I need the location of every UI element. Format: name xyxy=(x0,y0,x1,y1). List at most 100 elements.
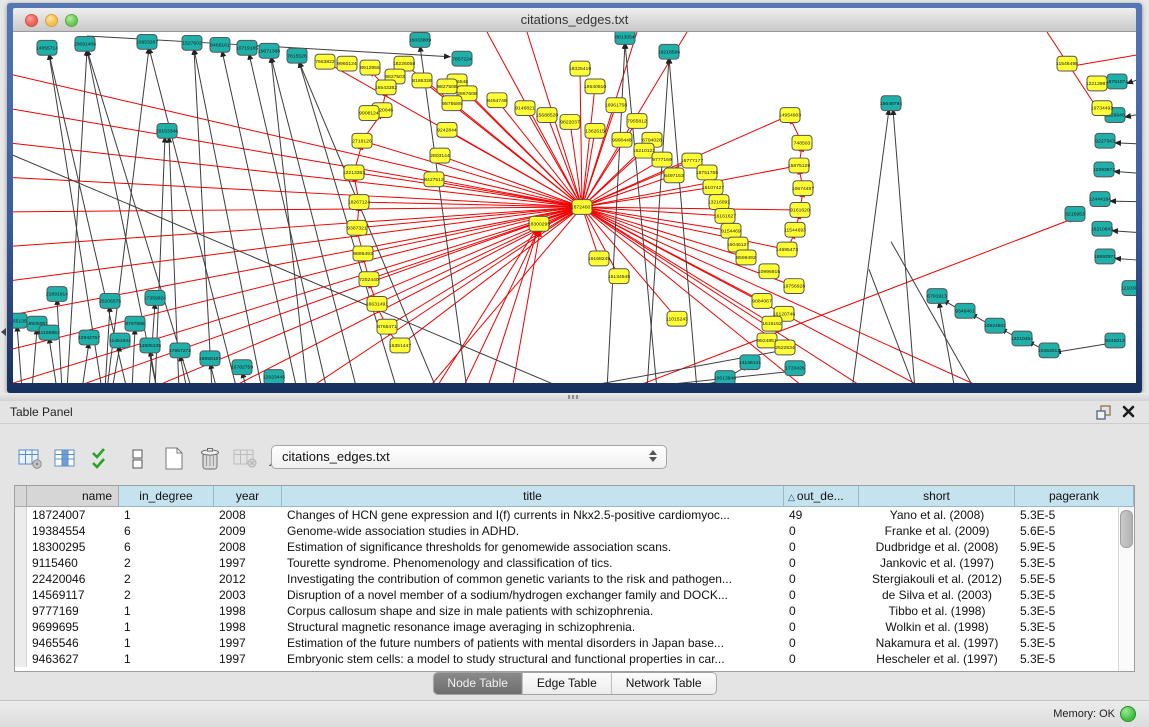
table-cell[interactable]: 1 xyxy=(119,635,214,651)
network-view[interactable]: 1405571420691406106532871527602846616110… xyxy=(13,32,1136,383)
graph-node[interactable]: 10924502 xyxy=(984,318,1006,333)
graph-node[interactable]: 8427512 xyxy=(424,172,444,187)
graph-node[interactable]: 8454749 xyxy=(487,93,507,108)
network-window-titlebar[interactable]: citations_edges.txt xyxy=(13,8,1136,32)
graph-node[interactable]: 9875685 xyxy=(442,96,462,111)
table-cell[interactable]: 5.3E-5 xyxy=(1015,635,1134,651)
memory-indicator[interactable] xyxy=(1120,706,1136,722)
graph-node[interactable]: 9245012 xyxy=(1105,333,1125,348)
graph-node[interactable]: 8599492 xyxy=(736,250,756,265)
graph-edge[interactable] xyxy=(13,207,582,281)
graph-node[interactable]: 10996915 xyxy=(758,264,780,279)
graph-node[interactable]: 12210454 xyxy=(1011,331,1033,346)
graph-edge[interactable] xyxy=(194,49,212,383)
graph-node[interactable]: 12923446 xyxy=(263,370,285,383)
table-row[interactable]: 977716911998Corpus callosum shape and si… xyxy=(15,603,1134,619)
graph-node[interactable]: 12213363 xyxy=(343,165,365,180)
graph-node[interactable]: 18640910 xyxy=(584,79,606,94)
graph-node[interactable]: 16210643 xyxy=(1091,221,1113,236)
graph-node[interactable]: 13216092 xyxy=(708,195,730,210)
graph-edge[interactable] xyxy=(582,165,799,207)
table-cell[interactable]: Hescheler et al. (1997) xyxy=(859,651,1015,667)
table-row[interactable]: 1830029562008Estimation of significance … xyxy=(15,539,1134,555)
table-cell[interactable]: Estimation of the future numbers of pati… xyxy=(282,635,784,651)
graph-node[interactable]: 9242844 xyxy=(437,122,457,137)
graph-node[interactable]: 19734493 xyxy=(1091,101,1113,116)
graph-node[interactable]: 6497153 xyxy=(664,168,684,183)
graph-edge[interactable] xyxy=(1069,52,1136,67)
graph-node[interactable]: 16033809 xyxy=(409,32,431,47)
graph-node[interactable]: 9797588 xyxy=(125,316,145,331)
table-cell[interactable]: 1 xyxy=(119,619,214,635)
graph-node[interactable]: 15992971 xyxy=(1094,249,1116,264)
tab-network-table[interactable]: Network Table xyxy=(612,673,716,694)
table-cell[interactable]: 9465546 xyxy=(27,635,119,651)
graph-edge[interactable] xyxy=(32,329,37,383)
table-row[interactable]: 946362711997Embryonic stem cells: a mode… xyxy=(15,651,1134,667)
graph-node[interactable]: 12093872 xyxy=(1093,162,1115,177)
graph-node[interactable]: 7955812 xyxy=(627,114,647,129)
graph-edge[interactable] xyxy=(57,299,62,383)
graph-node[interactable]: 16161627 xyxy=(714,208,736,223)
graph-node[interactable]: 9908124 xyxy=(359,106,379,121)
graph-node[interactable]: 9524851 xyxy=(757,333,777,348)
graph-node[interactable]: 10719185 xyxy=(236,40,258,55)
table-cell[interactable]: Estimation of significance thresholds fo… xyxy=(282,539,784,555)
column-header-title[interactable]: title xyxy=(282,486,784,507)
column-header-year[interactable]: year xyxy=(214,486,282,507)
table-row[interactable]: 946554611997Estimation of the future num… xyxy=(15,635,1134,651)
graph-node[interactable]: 9346461 xyxy=(955,303,975,318)
graph-edge[interactable] xyxy=(49,338,57,383)
table-cell[interactable]: 0 xyxy=(784,571,859,587)
graph-node[interactable]: 12444194 xyxy=(1089,192,1111,207)
close-panel-icon[interactable] xyxy=(1122,405,1135,423)
graph-node[interactable]: 8186328 xyxy=(412,73,432,88)
delete-table-button[interactable] xyxy=(194,444,226,474)
table-cell[interactable]: 0 xyxy=(784,619,859,635)
graph-node[interactable]: 9146821 xyxy=(515,101,535,116)
table-cell[interactable]: 18724007 xyxy=(27,507,119,523)
graph-node[interactable]: 14055714 xyxy=(36,40,58,55)
graph-node[interactable]: 8466161 xyxy=(210,37,230,52)
graph-node[interactable]: 15134545 xyxy=(608,269,630,284)
table-cell[interactable]: Embryonic stem cells: a model to study s… xyxy=(282,651,784,667)
graph-node[interactable]: 8912955 xyxy=(360,60,380,75)
table-cell[interactable]: Corpus callosum shape and size in male p… xyxy=(282,603,784,619)
graph-node[interactable]: 9777169 xyxy=(652,152,672,167)
graph-edge[interactable] xyxy=(17,326,22,383)
graph-node[interactable]: 7815526 xyxy=(287,48,307,63)
graph-edge[interactable] xyxy=(400,207,582,345)
graph-edge[interactable] xyxy=(1114,171,1136,174)
graph-node[interactable]: 10453013 xyxy=(1038,343,1060,358)
graph-edge[interactable] xyxy=(377,207,582,304)
graph-node[interactable]: 16782759 xyxy=(231,360,253,375)
table-cell[interactable]: 6 xyxy=(119,523,214,539)
graph-node[interactable]: 8813054 xyxy=(615,32,635,44)
graph-node[interactable]: 9827508 xyxy=(437,79,457,94)
tab-node-table[interactable]: Node Table xyxy=(433,673,523,694)
graph-node[interactable]: 11548498 xyxy=(1056,56,1078,71)
table-cell[interactable]: Tibbo et al. (1998) xyxy=(859,603,1015,619)
table-cell[interactable]: 0 xyxy=(784,523,859,539)
table-cell[interactable]: Wolkin et al. (1998) xyxy=(859,619,1015,635)
graph-edge[interactable] xyxy=(435,228,537,383)
table-cell[interactable]: 5.3E-5 xyxy=(1015,603,1134,619)
table-cell[interactable]: de Silva et al. (2003) xyxy=(859,587,1015,603)
graph-node[interactable]: 9886493 xyxy=(353,246,373,261)
graph-node[interactable]: 10613946 xyxy=(714,371,736,383)
table-row[interactable]: 1938455462009Genome-wide association stu… xyxy=(15,523,1134,539)
graph-edge[interactable] xyxy=(1112,231,1136,234)
table-cell[interactable]: 5.9E-5 xyxy=(1015,539,1134,555)
table-cell[interactable]: 18300295 xyxy=(27,539,119,555)
graph-node[interactable]: 20691406 xyxy=(74,36,96,51)
graph-node[interactable]: 7252440 xyxy=(359,272,379,287)
graph-node[interactable]: 9154469 xyxy=(721,223,741,238)
table-cell[interactable]: 1997 xyxy=(214,635,282,651)
graph-node[interactable]: 21891914 xyxy=(46,287,68,302)
graph-node[interactable]: 14695473 xyxy=(776,242,798,257)
graph-node[interactable]: 9161620 xyxy=(790,203,810,218)
graph-edge[interactable] xyxy=(1047,32,1099,111)
graph-edge[interactable] xyxy=(580,69,582,207)
graph-node[interactable]: 16107427 xyxy=(702,180,724,195)
graph-node[interactable]: 2718126 xyxy=(352,133,372,148)
